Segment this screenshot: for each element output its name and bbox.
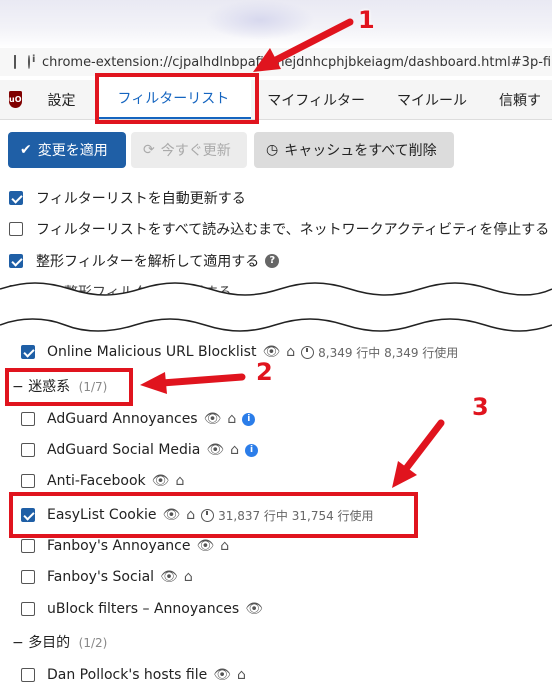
list-label: Fanboy's Annoyance — [47, 538, 191, 554]
list-label: uBlock filters – Annoyances — [47, 601, 240, 617]
tab-my-rules[interactable]: マイルール — [381, 80, 483, 119]
refresh-icon: ⟳ — [143, 142, 155, 158]
option-parse-cosmetic[interactable]: 整形フィルターを解析して適用する ? — [9, 250, 280, 272]
list-label: Dan Pollock's hosts file — [47, 667, 208, 683]
tab-my-filters[interactable]: マイフィルター — [251, 80, 381, 119]
list-item-anti-facebook[interactable]: Anti-Facebook 👁 ⌂ — [21, 470, 184, 492]
update-now-button[interactable]: ⟳ 今すぐ更新 — [131, 132, 247, 168]
list-label: Anti-Facebook — [47, 473, 146, 489]
home-icon[interactable]: ⌂ — [220, 538, 229, 554]
eye-icon[interactable]: 👁 — [197, 538, 215, 554]
checkbox[interactable] — [21, 474, 35, 488]
list-label: AdGuard Annoyances — [47, 411, 198, 427]
purge-label: キャッシュをすべて削除 — [284, 143, 437, 159]
list-item-adguard-social[interactable]: AdGuard Social Media 👁 ⌂ i — [21, 439, 259, 461]
apply-label: 変更を適用 — [37, 143, 108, 159]
check-icon: ✔ — [20, 142, 32, 158]
group-multipurpose[interactable]: − 多目的 (1/2) — [12, 632, 107, 652]
home-icon[interactable]: ⌂ — [175, 473, 184, 489]
url-text[interactable]: chrome-extension://cjpalhdlnbpafiamejdnh… — [42, 55, 552, 70]
clock-icon — [301, 345, 315, 359]
home-icon[interactable]: ⌂ — [286, 344, 295, 360]
list-item-fanboy-social[interactable]: Fanboy's Social 👁 ⌂ — [21, 566, 193, 588]
list-label: AdGuard Social Media — [47, 442, 201, 458]
list-item-ublock-annoyances[interactable]: uBlock filters – Annoyances 👁 — [21, 598, 263, 620]
help-icon[interactable]: ? — [265, 254, 280, 268]
site-shield-icon[interactable] — [14, 55, 16, 69]
option-label: フィルターリストをすべて読み込むまで、ネットワークアクティビティを停止する — [36, 222, 550, 238]
list-label: Fanboy's Social — [47, 569, 155, 585]
info-icon[interactable]: i — [242, 412, 256, 426]
list-item-dan-pollock[interactable]: Dan Pollock's hosts file 👁 ⌂ — [21, 664, 246, 686]
checkbox[interactable] — [21, 443, 35, 457]
info-icon[interactable]: i — [245, 443, 259, 457]
tab-settings[interactable]: 設定 — [32, 80, 92, 119]
highlight-box-easylist-cookie — [9, 492, 418, 538]
info-icon[interactable] — [28, 54, 35, 69]
address-bar[interactable]: chrome-extension://cjpalhdlnbpafiamejdnh… — [0, 48, 552, 76]
option-suspend-network[interactable]: フィルターリストをすべて読み込むまで、ネットワークアクティビティを停止する — [9, 218, 549, 240]
option-auto-update[interactable]: フィルターリストを自動更新する — [9, 187, 246, 209]
list-label: Online Malicious URL Blocklist — [47, 344, 257, 360]
eye-icon[interactable]: 👁 — [160, 569, 178, 585]
eye-icon[interactable]: 👁 — [206, 442, 224, 458]
checkbox[interactable] — [9, 254, 23, 268]
group-label: 多目的 — [28, 635, 71, 651]
home-icon[interactable]: ⌂ — [237, 667, 246, 683]
purge-cache-button[interactable]: ◷ キャッシュをすべて削除 — [254, 132, 454, 168]
highlight-box-filter-tab — [95, 73, 259, 124]
group-count: (1/2) — [78, 636, 108, 650]
checkbox[interactable] — [21, 570, 35, 584]
list-item-malicious-url[interactable]: Online Malicious URL Blocklist 👁 ⌂ 8,349… — [21, 341, 458, 363]
checkbox[interactable] — [21, 345, 35, 359]
checkbox[interactable] — [9, 222, 23, 236]
option-label: 整形フィルターを解析して適用する — [36, 254, 260, 270]
clock-icon: ◷ — [266, 142, 279, 158]
checkbox[interactable] — [21, 412, 35, 426]
blurred-background — [205, 0, 315, 40]
eye-icon[interactable]: 👁 — [245, 601, 263, 617]
eye-icon[interactable]: 👁 — [152, 473, 170, 489]
collapse-icon[interactable]: − — [12, 635, 24, 651]
checkbox[interactable] — [21, 602, 35, 616]
checkbox[interactable] — [21, 539, 35, 553]
annotation-number-2: 2 — [256, 358, 273, 386]
checkbox[interactable] — [21, 668, 35, 682]
eye-icon[interactable]: 👁 — [213, 667, 231, 683]
home-icon[interactable]: ⌂ — [227, 411, 236, 427]
annotation-number-3: 3 — [472, 393, 489, 421]
ublock-logo-icon: uO — [9, 91, 22, 108]
list-item-adguard-annoyances[interactable]: AdGuard Annoyances 👁 ⌂ i — [21, 408, 256, 430]
list-item-fanboy-annoyance[interactable]: Fanboy's Annoyance 👁 ⌂ — [21, 535, 229, 557]
highlight-box-annoyances-group — [5, 368, 133, 406]
checkbox[interactable] — [9, 191, 23, 205]
tab-bar: uO 設定 フィルターリスト マイフィルター マイルール 信頼す — [0, 80, 552, 120]
apply-changes-button[interactable]: ✔ 変更を適用 — [8, 132, 126, 168]
rule-count: 8,349 行中 8,349 行使用 — [318, 345, 459, 360]
tab-trusted-sites[interactable]: 信頼す — [483, 80, 552, 119]
update-label: 今すぐ更新 — [160, 143, 231, 159]
eye-icon[interactable]: 👁 — [204, 411, 222, 427]
torn-separator — [0, 282, 552, 332]
home-icon[interactable]: ⌂ — [230, 442, 239, 458]
annotation-number-1: 1 — [358, 6, 375, 34]
home-icon[interactable]: ⌂ — [184, 569, 193, 585]
option-label: フィルターリストを自動更新する — [36, 191, 246, 207]
